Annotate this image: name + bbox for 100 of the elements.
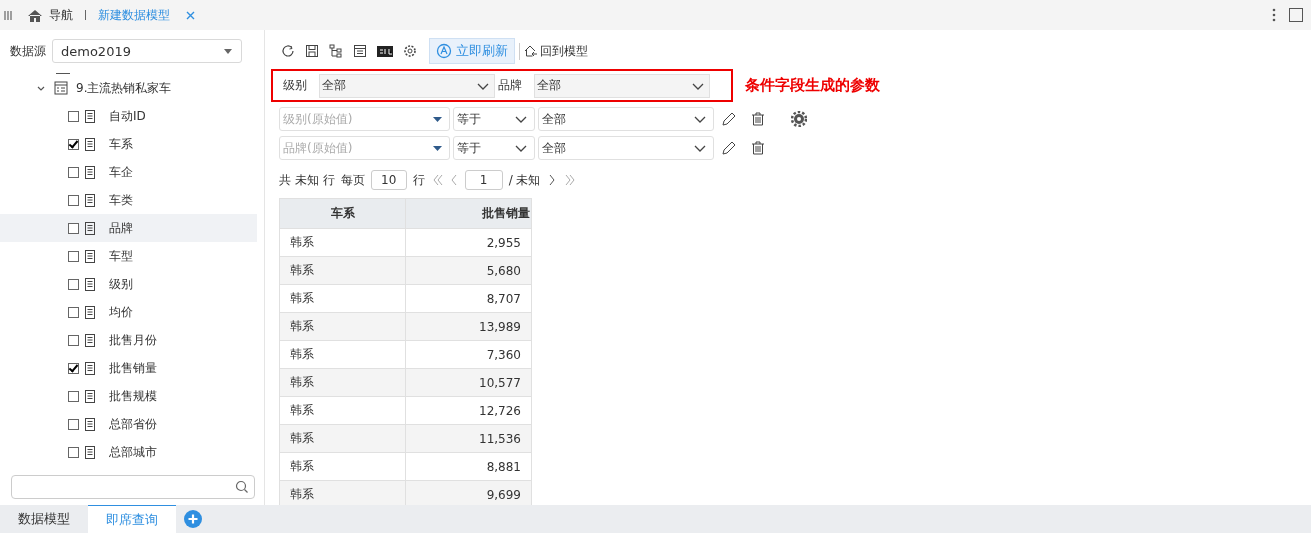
table-cell: 韩系 xyxy=(279,312,406,341)
table-cell: 韩系 xyxy=(279,228,406,257)
field-label: 车型 xyxy=(109,247,133,265)
field-icon xyxy=(84,165,96,179)
table-cell: 韩系 xyxy=(279,368,406,397)
field-label: 自动ID xyxy=(109,107,146,125)
page-size-field[interactable]: 10 xyxy=(370,170,407,190)
field-icon xyxy=(84,249,96,263)
refresh-icon[interactable] xyxy=(281,44,295,58)
operator-dropdown[interactable]: 等于 xyxy=(453,107,535,131)
field-icon xyxy=(84,193,96,207)
selected-row[interactable]: 品牌 xyxy=(0,214,257,242)
edit-icon[interactable] xyxy=(721,140,737,156)
annotation-text: 条件字段生成的参数 xyxy=(745,76,880,95)
field-label: 品牌 xyxy=(109,219,133,237)
table-cell: 韩系 xyxy=(279,256,406,285)
rows-label: 行 xyxy=(412,171,425,189)
add-icon[interactable] xyxy=(184,510,202,528)
checkbox[interactable] xyxy=(68,250,79,262)
table-icon xyxy=(54,81,68,95)
param-dropdown[interactable]: 全部 xyxy=(534,73,710,98)
field-label: 车企 xyxy=(109,163,133,181)
table-cell: 韩系 xyxy=(279,452,406,481)
checkbox[interactable] xyxy=(68,222,79,234)
form-icon[interactable] xyxy=(353,44,367,58)
home-arrow-icon xyxy=(523,44,538,58)
caret-icon xyxy=(432,114,443,124)
table-cell: 韩系 xyxy=(279,340,406,369)
table-cell: 2,955 xyxy=(405,228,532,257)
field-label: 批售月份 xyxy=(109,331,157,349)
field-label: 批售销量 xyxy=(109,359,157,377)
field-icon xyxy=(84,137,96,151)
checkbox[interactable] xyxy=(68,110,79,122)
table-cell: 11,536 xyxy=(405,424,532,453)
field-icon xyxy=(84,361,96,375)
hierarchy-icon[interactable] xyxy=(329,44,343,58)
more-icon[interactable] xyxy=(1271,8,1277,22)
field-icon xyxy=(84,445,96,459)
field-icon xyxy=(84,417,96,431)
field-label: 级别 xyxy=(109,275,133,293)
value-dropdown[interactable]: 全部 xyxy=(538,136,714,160)
field-label: 均价 xyxy=(109,303,133,321)
checkbox[interactable] xyxy=(68,194,79,206)
checkbox[interactable] xyxy=(68,446,79,458)
checkbox[interactable] xyxy=(68,278,79,290)
bottom-tab[interactable]: 即席查询 xyxy=(88,505,176,533)
column-header[interactable]: 批售销量 xyxy=(405,198,532,229)
value-dropdown[interactable]: 全部 xyxy=(538,107,714,131)
checkbox[interactable] xyxy=(68,362,79,374)
settings-icon[interactable] xyxy=(403,44,417,58)
checkbox[interactable] xyxy=(68,390,79,402)
table-cell: 8,707 xyxy=(405,284,532,313)
row-count: 共 未知 行 xyxy=(279,171,335,189)
field-label: 车类 xyxy=(109,191,133,209)
field-icon xyxy=(84,389,96,403)
table-cell: 韩系 xyxy=(279,284,406,313)
edit-icon[interactable] xyxy=(721,111,737,127)
field-icon xyxy=(84,277,96,291)
auto-refresh-icon xyxy=(436,43,452,59)
maximize-icon[interactable] xyxy=(1289,8,1303,22)
bottom-tab[interactable]: 数据模型 xyxy=(0,505,88,533)
field-icon xyxy=(84,221,96,235)
back-to-model-button[interactable]: 回到模型 xyxy=(519,42,588,60)
table-cell: 8,881 xyxy=(405,452,532,481)
param-dropdown[interactable]: 全部 xyxy=(319,73,495,98)
page-total: / 未知 xyxy=(508,171,541,189)
checkbox[interactable] xyxy=(68,418,79,430)
field-icon xyxy=(84,109,96,123)
table-cell: 韩系 xyxy=(279,424,406,453)
checkbox[interactable] xyxy=(68,306,79,318)
field-icon xyxy=(84,305,96,319)
operator-dropdown[interactable]: 等于 xyxy=(453,136,535,160)
home-icon[interactable] xyxy=(27,7,43,23)
delete-icon[interactable] xyxy=(750,111,766,127)
tree-item[interactable]: 9.主流热销私家车 xyxy=(76,79,172,97)
caret-icon xyxy=(432,143,443,153)
field-label: 批售规模 xyxy=(109,387,157,405)
checkbox[interactable] xyxy=(68,334,79,346)
delete-icon[interactable] xyxy=(750,140,766,156)
datasource-dropdown[interactable]: demo2019 xyxy=(52,39,242,63)
column-header[interactable]: 车系 xyxy=(279,198,406,229)
field-label: 总部城市 xyxy=(109,443,157,461)
table-cell: 13,989 xyxy=(405,312,532,341)
table-cell: 5,680 xyxy=(405,256,532,285)
table-cell: 12,726 xyxy=(405,396,532,425)
page-number-field[interactable]: 1 xyxy=(464,170,503,190)
save-icon[interactable] xyxy=(305,44,319,58)
field-label: 车系 xyxy=(109,135,133,153)
caret-icon xyxy=(223,46,233,56)
table-cell: 10,577 xyxy=(405,368,532,397)
checkbox[interactable] xyxy=(68,138,79,150)
field-icon xyxy=(84,333,96,347)
checkbox[interactable] xyxy=(68,166,79,178)
search-field[interactable] xyxy=(11,475,255,499)
nav-label[interactable]: 导航 xyxy=(49,6,73,24)
param-label: 级别 xyxy=(283,77,307,94)
datasource-label: 数据源 xyxy=(10,42,46,60)
search-icon[interactable] xyxy=(235,480,249,494)
settings-icon[interactable] xyxy=(791,111,807,127)
table-cell: 7,360 xyxy=(405,340,532,369)
